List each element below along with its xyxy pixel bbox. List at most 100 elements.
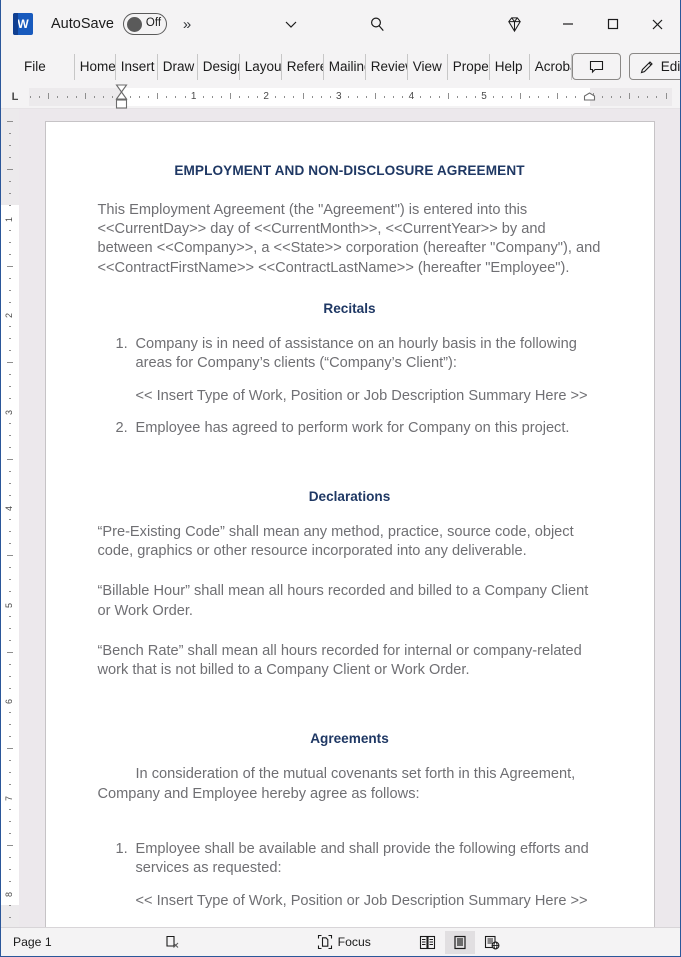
ruler-tick	[429, 95, 431, 98]
tab-design[interactable]: Design	[198, 53, 240, 80]
vruler-number: 3	[4, 409, 14, 415]
vruler-tick	[9, 917, 11, 919]
editing-mode-button[interactable]: Editing	[628, 53, 681, 80]
heading-declarations: Declarations	[308, 488, 391, 504]
vruler-number: 7	[4, 795, 14, 801]
heading-agreements: Agreements	[310, 731, 389, 747]
vruler-tick	[9, 398, 11, 400]
focus-mode-button[interactable]: Focus	[309, 931, 379, 954]
ruler-number: 1	[190, 90, 197, 102]
vruler-tick	[9, 868, 11, 870]
vruler-tick	[7, 844, 13, 846]
tab-stop-selector[interactable]: L	[1, 91, 29, 103]
agreements-intro: In consideration of the mutual covenants…	[97, 766, 576, 802]
quick-access-more-button[interactable]: »	[183, 16, 191, 33]
vruler-tick	[9, 687, 11, 689]
ruler-number: 5	[481, 90, 487, 102]
proofing-status-button[interactable]	[156, 931, 189, 954]
document-page[interactable]: EMPLOYMENT AND NON-DISCLOSURE AGREEMENT …	[44, 121, 655, 927]
vruler-number: 1	[4, 216, 14, 222]
vruler-tick	[7, 121, 13, 122]
agreements-list: 1. Employee shall be available and shall…	[98, 840, 602, 879]
ruler-tick	[384, 95, 386, 98]
list-item: 1. Company is in need of assistance on a…	[98, 335, 602, 374]
document-scroll-area[interactable]: EMPLOYMENT AND NON-DISCLOSURE AGREEMENT …	[19, 109, 680, 927]
list-marker: 1.	[115, 840, 128, 857]
maximize-icon[interactable]	[590, 0, 635, 48]
vertical-ruler[interactable]: 1 2 3 4 5 6 7 8	[1, 109, 19, 927]
chevron-down-icon[interactable]	[274, 9, 308, 39]
ruler-tick	[166, 95, 168, 98]
ruler-tick	[638, 95, 640, 98]
ruler-tick	[211, 95, 213, 98]
list-item-text: Employee has agreed to perform work for …	[135, 419, 570, 436]
ribbon-right-controls: Editing ›	[571, 48, 681, 85]
ruler-tick	[57, 95, 59, 98]
tab-insert[interactable]: Insert	[116, 53, 158, 80]
autosave-toggle[interactable]: Off	[122, 13, 167, 35]
vruler-number: 4	[4, 505, 14, 511]
ruler-tick	[329, 95, 331, 98]
tab-draw[interactable]: Draw	[158, 53, 198, 80]
web-layout-icon[interactable]	[477, 931, 507, 954]
tab-help[interactable]: Help	[490, 53, 530, 80]
tab-acrobat[interactable]: Acrobat	[530, 53, 572, 80]
tab-references[interactable]: References	[282, 53, 324, 80]
right-indent-marker[interactable]	[583, 91, 596, 101]
search-icon[interactable]	[360, 9, 394, 39]
ruler-tick	[438, 95, 440, 98]
tab-mailings[interactable]: Mailings	[324, 53, 366, 80]
ruler-tick	[66, 95, 68, 98]
minimize-icon[interactable]	[545, 0, 590, 48]
ruler-tick	[665, 92, 667, 99]
vruler-tick	[7, 362, 13, 364]
ruler-tick	[520, 92, 522, 99]
autosave-toggle-knob	[126, 16, 142, 32]
tab-review[interactable]: Review	[366, 53, 408, 80]
list-marker: 2.	[115, 419, 128, 436]
ruler-tick	[375, 92, 377, 99]
list-item: 2. Employee has agreed to perform work f…	[98, 419, 602, 438]
vruler-tick	[7, 555, 13, 557]
vruler-tick	[9, 591, 11, 593]
comments-button[interactable]	[571, 53, 621, 80]
vruler-tick	[9, 253, 11, 255]
tab-file[interactable]: File	[10, 54, 60, 80]
tab-view[interactable]: View	[408, 53, 448, 80]
ruler-tick	[93, 95, 95, 98]
read-mode-icon[interactable]	[413, 931, 443, 954]
ruler-tick	[529, 95, 531, 98]
vruler-tick	[9, 446, 11, 448]
horizontal-ruler[interactable]: 1 2 3 4 5	[29, 83, 672, 109]
ruler-tick	[175, 95, 177, 98]
diamond-icon[interactable]	[492, 0, 537, 48]
tab-properties[interactable]: Properties	[448, 53, 490, 80]
focus-label: Focus	[337, 935, 371, 949]
vruler-tick	[9, 301, 11, 303]
word-window: W AutoSave Off » File Home Insert Draw D…	[0, 0, 681, 957]
declarations-paragraph-2: “Billable Hour” shall mean all hours rec…	[97, 583, 589, 619]
ruler-tick	[574, 95, 576, 98]
declarations-paragraph-3: “Bench Rate” shall mean all hours record…	[97, 642, 582, 679]
ruler-tick	[493, 95, 495, 98]
tab-layout[interactable]: Layout	[240, 53, 282, 80]
pencil-icon	[639, 59, 655, 75]
editing-mode-label: Editing	[660, 59, 681, 74]
ruler-tick	[393, 95, 395, 98]
vruler-number: 5	[4, 602, 14, 608]
close-icon[interactable]	[635, 0, 680, 48]
tab-home[interactable]: Home	[73, 53, 116, 80]
intro-paragraph: This Employment Agreement (the "Agreemen…	[97, 201, 601, 276]
ruler-tick	[656, 95, 658, 98]
ruler-tick	[601, 95, 603, 98]
vruler-tick	[9, 470, 11, 472]
print-layout-icon[interactable]	[444, 930, 475, 954]
title-bar: W AutoSave Off »	[1, 0, 680, 48]
ruler-tick	[30, 95, 32, 98]
page-number-indicator[interactable]: Page 1	[11, 931, 60, 954]
ruler-tick	[629, 92, 631, 99]
left-indent-marker[interactable]	[115, 83, 128, 110]
ruler-tick	[202, 95, 204, 98]
ruler-tick	[130, 95, 132, 98]
